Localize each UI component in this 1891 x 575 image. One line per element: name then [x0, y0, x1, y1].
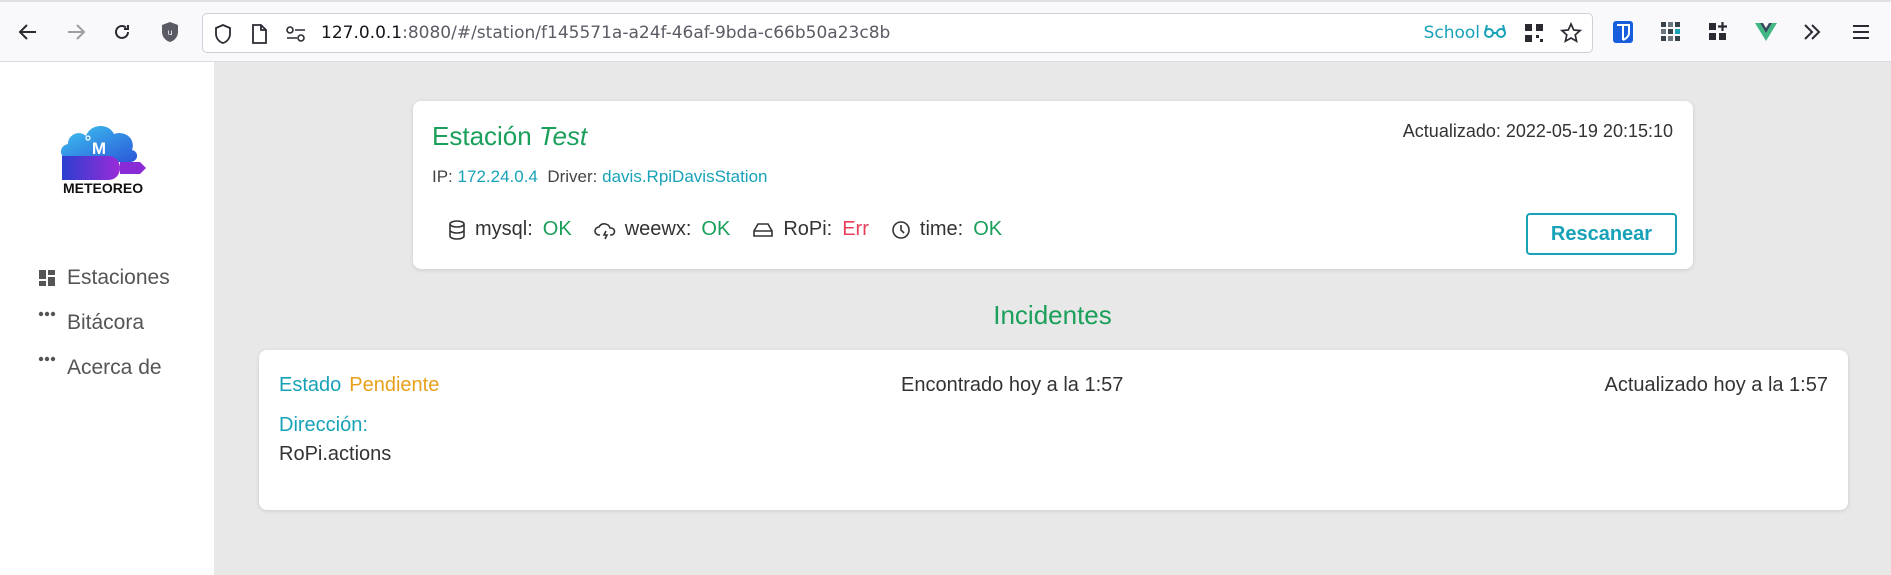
rescan-button[interactable]: Rescanear — [1526, 213, 1677, 255]
permissions-icon[interactable] — [285, 25, 307, 47]
extension-grid-icon[interactable] — [1656, 17, 1686, 47]
status-name: time: — [919, 218, 964, 240]
bitwarden-icon[interactable] — [1608, 17, 1638, 47]
glasses-icon — [1484, 23, 1506, 44]
dashboard-icon — [36, 269, 58, 287]
sidebar-item-label: Estaciones — [67, 266, 170, 289]
url-text[interactable]: 127.0.0.1:8080/#/station/f145571a-a24f-4… — [321, 23, 890, 43]
vue-devtools-icon[interactable] — [1751, 17, 1781, 47]
svg-text:u: u — [167, 28, 172, 37]
ublock-icon[interactable]: u — [154, 16, 186, 48]
status-value: Pendiente — [349, 374, 440, 396]
status-value: OK — [973, 218, 1003, 240]
status-mysql: mysql: OK — [448, 218, 572, 241]
sidebar-item-acerca-de[interactable]: Acerca de — [36, 353, 162, 383]
station-title-prefix: Estación — [432, 121, 532, 151]
incident-updated: Actualizado hoy a la 1:57 — [1604, 374, 1829, 396]
status-row: mysql: OK weewx: OK RoPi: Err time: OK — [448, 218, 1024, 241]
status-name: weewx: — [624, 218, 692, 240]
station-info: IP: 172.24.0.4 Driver: davis.RpiDavisSta… — [432, 167, 768, 187]
incident-found: Encontrado hoy a la 1:57 — [901, 374, 1124, 396]
shield-icon[interactable] — [213, 23, 233, 49]
forward-icon[interactable] — [60, 16, 92, 48]
status-value: Err — [842, 218, 869, 240]
svg-text:M: M — [92, 139, 106, 158]
incidents-title: Incidentes — [993, 300, 1112, 330]
ip-label: IP: — [432, 167, 453, 186]
station-updated: Actualizado: 2022-05-19 20:15:10 — [1402, 121, 1673, 141]
clock-icon — [891, 220, 911, 240]
incident-card: Estado Pendiente Encontrado hoy a la 1:57… — [259, 350, 1848, 510]
browser-toolbar: u 127.0.0.1:8080/#/station/f145571a-a24f… — [0, 0, 1891, 62]
status-name: RoPi: — [783, 218, 833, 240]
station-name: Test — [538, 121, 588, 151]
status-ropi: RoPi: Err — [752, 218, 869, 241]
harddrive-icon — [752, 222, 774, 238]
direction-value: RoPi.actions — [279, 443, 392, 465]
url-host: 127.0.0.1 — [321, 23, 403, 43]
page-icon — [250, 23, 268, 49]
sidebar-item-estaciones[interactable]: Estaciones — [36, 263, 170, 293]
station-card: Estación Test Actualizado: 2022-05-19 20… — [413, 101, 1693, 269]
url-bar[interactable]: 127.0.0.1:8080/#/station/f145571a-a24f-4… — [202, 13, 1593, 53]
driver-label: Driver: — [547, 167, 598, 186]
add-app-icon[interactable] — [1703, 17, 1733, 47]
driver-value: davis.RpiDavisStation — [602, 167, 768, 186]
database-icon — [448, 219, 466, 240]
menu-icon[interactable] — [1846, 17, 1876, 47]
status-weewx: weewx: OK — [593, 218, 731, 241]
cloud-icon — [593, 220, 616, 240]
url-path: :8080/#/station/f145571a-a24f-46af-9bda-… — [402, 23, 891, 43]
back-icon[interactable] — [12, 16, 44, 48]
reload-icon[interactable] — [106, 16, 138, 48]
incident-status: Estado Pendiente — [279, 374, 439, 397]
status-name: mysql: — [475, 218, 533, 240]
status-value: OK — [542, 218, 572, 240]
status-value: OK — [701, 218, 731, 240]
container-label[interactable]: School — [1424, 23, 1480, 43]
star-icon[interactable] — [1559, 21, 1583, 48]
sidebar-item-label: Acerca de — [67, 356, 162, 379]
ip-value: 172.24.0.4 — [457, 167, 538, 186]
meteoreo-logo[interactable]: M — [58, 118, 156, 214]
logo-text: METEOREO — [63, 180, 144, 196]
overflow-icon[interactable] — [1797, 17, 1827, 47]
qr-icon[interactable] — [1524, 23, 1544, 47]
direction-label: Dirección: — [279, 414, 368, 436]
ellipsis-icon — [36, 355, 58, 363]
station-title: Estación Test — [432, 121, 587, 152]
status-time: time: OK — [891, 218, 1002, 241]
status-label: Estado — [279, 374, 342, 396]
